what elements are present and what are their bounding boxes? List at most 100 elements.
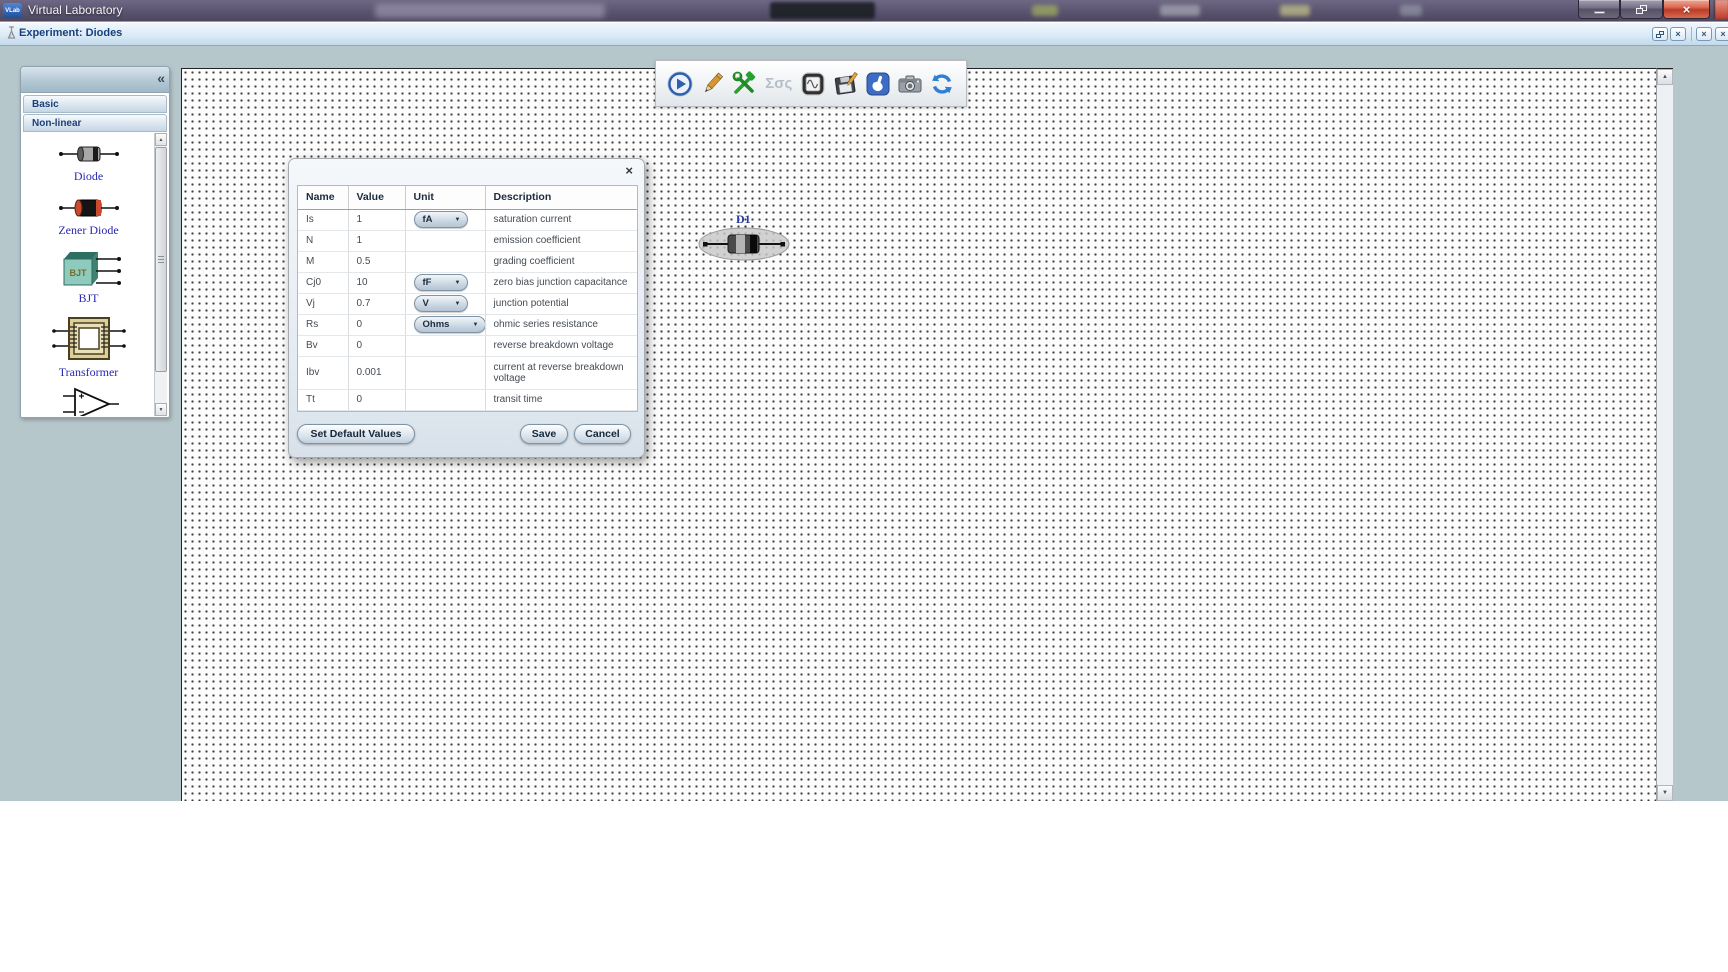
mdi-restore-button[interactable] <box>1652 27 1668 41</box>
palette-item-zener-diode[interactable]: Zener Diode <box>23 193 154 237</box>
minimize-button[interactable] <box>1578 0 1620 19</box>
unit-select[interactable]: Ohms ▼ <box>414 316 486 333</box>
restore-icon <box>1656 31 1664 38</box>
param-value-field[interactable]: 0.7 <box>348 293 405 314</box>
column-header-name: Name <box>298 186 348 209</box>
param-description: zero bias junction capacitance <box>485 272 637 293</box>
param-value-field[interactable]: 0 <box>348 314 405 335</box>
column-header-unit: Unit <box>405 186 485 209</box>
palette-item-diode[interactable]: Diode <box>23 139 154 183</box>
palette-item-label: Diode <box>74 169 103 183</box>
mdi-close-button[interactable]: × <box>1670 27 1686 41</box>
param-value-field[interactable]: 1 <box>348 230 405 251</box>
scrollbar-thumb[interactable] <box>155 147 167 372</box>
edit-button[interactable] <box>697 68 726 99</box>
scroll-down-button[interactable]: ▼ <box>155 403 167 416</box>
set-default-values-button[interactable]: Set Default Values <box>297 424 415 444</box>
unit-select-value: Ohms <box>423 319 450 330</box>
close-icon: × <box>1675 30 1680 39</box>
arrow-down-icon: ▼ <box>1662 790 1668 796</box>
chevron-down-icon: ▼ <box>455 301 461 307</box>
camera-icon <box>896 70 924 98</box>
param-description: reverse breakdown voltage <box>485 335 637 356</box>
arrow-up-icon: ▲ <box>1662 74 1668 80</box>
mdi-close-button-3[interactable]: × <box>1715 27 1728 41</box>
scroll-up-button[interactable]: ▲ <box>1657 69 1673 85</box>
background-blur-artifact <box>1400 5 1422 16</box>
background-blur-artifact <box>1032 5 1058 16</box>
param-row-is: Is 1 fA▼ saturation current <box>298 209 637 230</box>
close-button[interactable]: × <box>1663 0 1710 19</box>
palette-item-label: BJT <box>78 291 98 305</box>
column-header-description: Description <box>485 186 637 209</box>
window-title: Virtual Laboratory <box>28 3 123 17</box>
palette-scrollbar[interactable]: ▲ ▼ <box>154 133 167 416</box>
experiment-icon <box>5 26 17 41</box>
chevron-down-icon: ▼ <box>455 280 461 286</box>
palette-section-non-linear[interactable]: Non-linear <box>23 114 167 132</box>
column-header-value: Value <box>348 186 405 209</box>
param-description: saturation current <box>485 209 637 230</box>
restore-button[interactable] <box>1620 0 1663 19</box>
close-icon: × <box>1720 30 1725 39</box>
parameter-table: Name Value Unit Description Is 1 fA▼ sat… <box>297 185 638 412</box>
param-value-field[interactable]: 10 <box>348 272 405 293</box>
cancel-button[interactable]: Cancel <box>574 424 631 444</box>
pointer-hand-icon <box>864 70 892 98</box>
chevron-down-icon: ▼ <box>473 322 479 328</box>
arrow-down-icon: ▼ <box>159 407 164 413</box>
diode-icon <box>57 139 121 169</box>
unit-select[interactable]: fA ▼ <box>414 211 468 228</box>
oscilloscope-button[interactable] <box>799 68 828 99</box>
param-name: Ibv <box>298 356 348 389</box>
scroll-down-button[interactable]: ▼ <box>1657 785 1673 801</box>
param-name: Tt <box>298 389 348 410</box>
minimize-icon <box>1594 11 1605 14</box>
canvas-vertical-scrollbar[interactable]: ▲ ▼ <box>1656 68 1673 801</box>
diode-parameters-dialog: × Name Value Unit Description Is 1 fA▼ s… <box>288 158 645 458</box>
param-value-field[interactable]: 0 <box>348 335 405 356</box>
scroll-up-button[interactable]: ▲ <box>155 133 167 146</box>
palette-header: « <box>21 67 169 93</box>
unit-select[interactable]: fF▼ <box>414 274 468 291</box>
palette-item-transformer[interactable]: Transformer <box>23 313 154 379</box>
formula-button[interactable]: Σσς <box>762 68 796 99</box>
param-row-ibv: Ibv 0.001 current at reverse breakdown v… <box>298 356 637 389</box>
chevron-down-icon: ▼ <box>455 217 461 223</box>
palette-item-label: Transformer <box>59 365 119 379</box>
param-value-field[interactable]: 0 <box>348 389 405 410</box>
thumb-grip <box>158 256 164 264</box>
palette-item-list: Diode Zener Diode BJT BJT <box>23 133 167 416</box>
param-name: Bv <box>298 335 348 356</box>
param-value-field[interactable]: 1 <box>348 209 405 230</box>
unit-select[interactable]: V▼ <box>414 295 468 312</box>
run-button[interactable] <box>665 68 694 99</box>
close-icon: × <box>1701 30 1706 39</box>
opamp-icon <box>57 385 121 416</box>
param-row-m: M 0.5 grading coefficient <box>298 251 637 272</box>
param-value-field[interactable]: 0.001 <box>348 356 405 389</box>
refresh-button[interactable] <box>928 68 957 99</box>
palette-item-bjt[interactable]: BJT BJT <box>23 247 154 305</box>
component-label: D1 <box>736 212 751 227</box>
palette-item-opamp[interactable] <box>23 385 154 416</box>
param-row-bv: Bv 0 reverse breakdown voltage <box>298 335 637 356</box>
bjt-icon: BJT <box>54 247 124 291</box>
arrow-up-icon: ▲ <box>159 137 164 143</box>
close-icon: × <box>1683 3 1691 16</box>
param-value-field[interactable]: 0.5 <box>348 251 405 272</box>
unit-select-value: fA <box>423 214 433 225</box>
collapse-panel-button[interactable]: « <box>157 70 163 86</box>
tools-button[interactable] <box>730 68 759 99</box>
dialog-close-button[interactable]: × <box>625 163 633 178</box>
pointer-button[interactable] <box>863 68 892 99</box>
transformer-icon <box>51 313 127 365</box>
mdi-close-button-2[interactable]: × <box>1696 27 1712 41</box>
placed-component-d1[interactable]: D1 <box>698 212 790 264</box>
save-button[interactable] <box>831 68 860 99</box>
experiment-title: Experiment: Diodes <box>19 27 122 39</box>
param-description: current at reverse breakdown voltage <box>485 356 637 389</box>
palette-section-basic[interactable]: Basic <box>23 95 167 113</box>
snapshot-button[interactable] <box>895 68 924 99</box>
save-button[interactable]: Save <box>520 424 568 444</box>
